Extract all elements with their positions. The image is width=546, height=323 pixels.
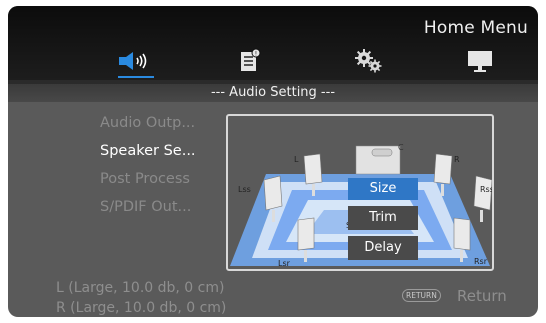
- tab-audio[interactable]: [116, 46, 156, 78]
- menu-item-post-process[interactable]: Post Process: [100, 171, 190, 187]
- status-left-speaker: L (Large, 10.0 db, 0 cm): [56, 280, 225, 296]
- home-menu-title: Home Menu: [423, 18, 528, 38]
- speaker-right-surround-side: Rss: [473, 175, 494, 222]
- tab-information[interactable]: !: [234, 46, 266, 76]
- tab-setup[interactable]: [351, 46, 387, 76]
- return-button[interactable]: Return: [457, 287, 507, 305]
- speaker-center: C: [355, 143, 404, 175]
- menu-item-audio-output[interactable]: Audio Outp...: [100, 115, 195, 131]
- svg-text:Lss: Lss: [238, 185, 251, 194]
- svg-text:Rss: Rss: [480, 185, 492, 194]
- svg-text:L: L: [294, 155, 299, 164]
- svg-text:Rsr: Rsr: [474, 257, 488, 266]
- svg-text:Lsr: Lsr: [278, 259, 291, 268]
- audio-setting-screen: Home Menu ! --- Audio Setting --- Audio …: [8, 6, 538, 317]
- status-right-speaker: R (Large, 10.0 db, 0 cm): [56, 300, 227, 316]
- speaker-settings-popup: Size Trim Delay: [348, 178, 418, 262]
- svg-text:R: R: [454, 155, 460, 164]
- svg-text:!: !: [255, 51, 257, 58]
- tab-display[interactable]: [462, 46, 498, 76]
- menu-item-spdif-output[interactable]: S/PDIF Out...: [100, 199, 191, 215]
- popup-item-size[interactable]: Size: [348, 178, 418, 200]
- return-key-badge: RETURN: [402, 289, 441, 302]
- section-title: --- Audio Setting ---: [8, 84, 538, 102]
- document-icon: !: [241, 48, 261, 71]
- monitor-icon: [468, 51, 492, 72]
- top-navigation-bar: Home Menu !: [8, 6, 538, 84]
- gears-icon: [355, 49, 382, 73]
- popup-item-trim[interactable]: Trim: [348, 206, 418, 230]
- speaker-icon: [119, 52, 147, 70]
- menu-item-speaker-setting[interactable]: Speaker Se...: [100, 143, 196, 159]
- label-center: C: [398, 143, 404, 152]
- popup-item-delay[interactable]: Delay: [348, 236, 418, 260]
